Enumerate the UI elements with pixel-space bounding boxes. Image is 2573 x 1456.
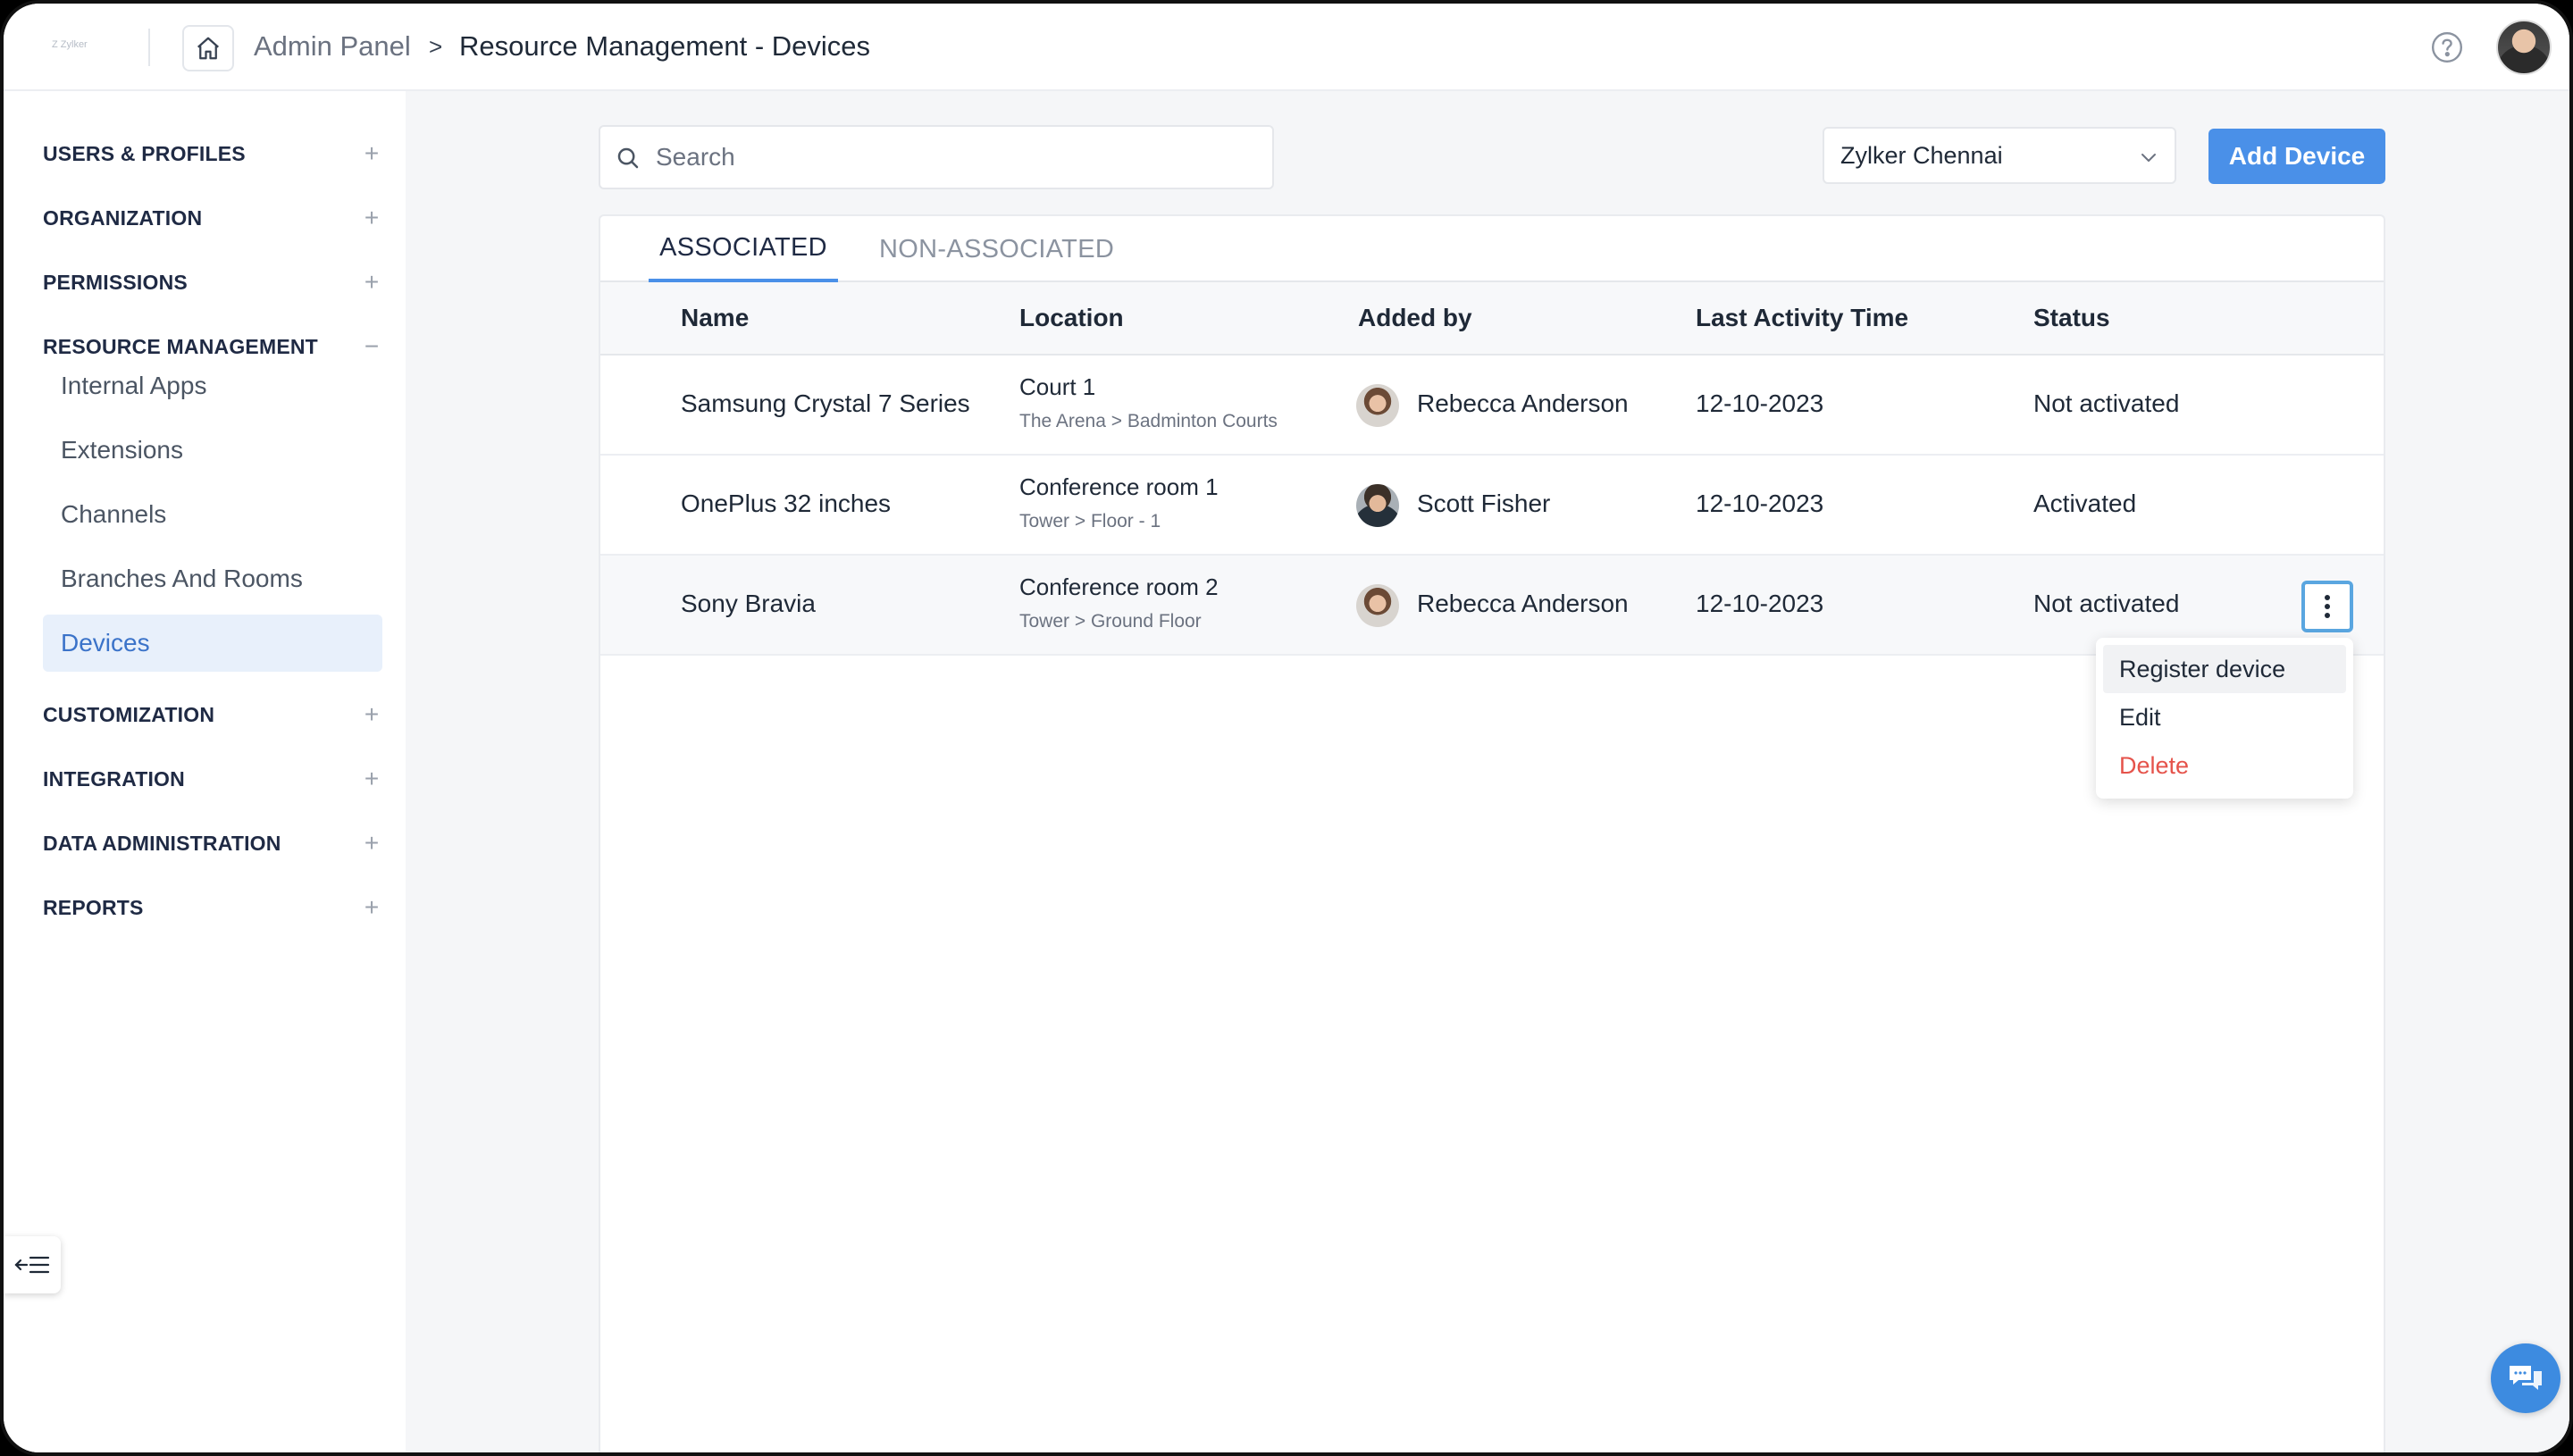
tab-associated[interactable]: ASSOCIATED [649, 216, 838, 282]
added-by: Scott Fisher [1417, 490, 1551, 517]
expand-icon[interactable]: + [361, 205, 382, 230]
row-actions-menu: Register device Edit Delete [2096, 638, 2353, 799]
location-path: The Arena > Badminton Courts [1019, 411, 1278, 431]
status-text: Not activated [2033, 389, 2180, 417]
section-label: DATA ADMINISTRATION [43, 831, 281, 855]
expand-icon[interactable]: + [361, 895, 382, 920]
sidebar-section-organization[interactable]: ORGANIZATION + [43, 200, 382, 236]
tab-bar: ASSOCIATED NON-ASSOCIATED [600, 216, 2384, 282]
sidebar-item-branches-and-rooms[interactable]: Branches And Rooms [43, 550, 382, 607]
table-header: Name Location Added by Last Activity Tim… [600, 282, 2384, 356]
more-vertical-icon [2325, 595, 2330, 618]
zylker-logo: Z Zylker [52, 39, 88, 50]
table-row[interactable]: OnePlus 32 inches Conference room 1 Towe… [600, 456, 2384, 556]
sidebar-section-users-profiles[interactable]: USERS & PROFILES + [43, 136, 382, 172]
status-text: Not activated [2033, 590, 2180, 617]
divider [148, 29, 150, 66]
top-bar: Z Zylker Admin Panel > Resource Manageme… [4, 4, 2569, 91]
column-header-location[interactable]: Location [1019, 304, 1124, 332]
collapse-menu-icon [14, 1256, 50, 1274]
device-name: OnePlus 32 inches [681, 490, 892, 517]
expand-icon[interactable]: + [361, 141, 382, 166]
status-text: Activated [2033, 490, 2137, 517]
expand-icon[interactable]: + [361, 270, 382, 295]
expand-icon[interactable]: + [361, 702, 382, 727]
search-input[interactable]: Search [599, 125, 1274, 189]
avatar [1356, 384, 1399, 427]
last-activity-time: 12-10-2023 [1696, 590, 1824, 617]
section-label: CUSTOMIZATION [43, 702, 215, 726]
sidebar-section-integration[interactable]: INTEGRATION + [43, 761, 382, 797]
location-path: Tower > Floor - 1 [1019, 511, 1161, 531]
sidebar: USERS & PROFILES + ORGANIZATION + PERMIS… [4, 91, 406, 1452]
section-label: RESOURCE MANAGEMENT [43, 334, 318, 358]
branch-select-value: Zylker Chennai [1840, 141, 2003, 169]
main-content: Search Zylker Chennai Add Device ASSOCIA… [406, 91, 2569, 1452]
add-device-button[interactable]: Add Device [2208, 129, 2385, 184]
app-window: Z Zylker Admin Panel > Resource Manageme… [0, 0, 2573, 1456]
sidebar-item-channels[interactable]: Channels [43, 486, 382, 543]
column-header-added-by[interactable]: Added by [1358, 304, 1472, 332]
section-label: ORGANIZATION [43, 205, 203, 230]
added-by: Rebecca Anderson [1417, 590, 1629, 617]
menu-item-register-device[interactable]: Register device [2103, 645, 2346, 693]
help-icon[interactable] [2430, 30, 2464, 64]
section-label: USERS & PROFILES [43, 141, 246, 165]
location-name: Conference room 1 [1019, 473, 1219, 500]
home-icon [197, 37, 219, 60]
sidebar-item-extensions[interactable]: Extensions [43, 422, 382, 479]
sidebar-section-data-administration[interactable]: DATA ADMINISTRATION + [43, 825, 382, 861]
avatar [1356, 484, 1399, 527]
expand-icon[interactable]: + [361, 766, 382, 791]
added-by: Rebecca Anderson [1417, 389, 1629, 417]
chat-button[interactable] [2491, 1343, 2560, 1413]
menu-item-delete[interactable]: Delete [2103, 741, 2346, 790]
column-header-name[interactable]: Name [681, 304, 749, 332]
column-header-last-activity[interactable]: Last Activity Time [1696, 304, 1908, 332]
section-label: PERMISSIONS [43, 270, 188, 294]
collapse-sidebar-button[interactable] [4, 1236, 61, 1293]
tab-non-associated[interactable]: NON-ASSOCIATED [879, 216, 1114, 282]
device-name: Samsung Crystal 7 Series [681, 389, 970, 417]
search-icon [617, 147, 639, 169]
expand-icon[interactable]: + [361, 831, 382, 856]
breadcrumb-root[interactable]: Admin Panel [254, 29, 411, 64]
page-title: Resource Management - Devices [459, 30, 871, 62]
column-header-status[interactable]: Status [2033, 304, 2110, 332]
sidebar-section-permissions[interactable]: PERMISSIONS + [43, 264, 382, 300]
section-label: INTEGRATION [43, 766, 185, 791]
chat-icon [2510, 1366, 2542, 1390]
search-placeholder: Search [656, 143, 735, 171]
section-label: REPORTS [43, 895, 144, 919]
location-path: Tower > Ground Floor [1019, 611, 1202, 632]
chevron-down-icon [2141, 154, 2156, 162]
row-actions-button[interactable] [2301, 581, 2353, 632]
location-name: Court 1 [1019, 373, 1096, 400]
avatar [1356, 584, 1399, 627]
devices-card: ASSOCIATED NON-ASSOCIATED Name Location … [599, 214, 2385, 1452]
collapse-icon[interactable]: − [361, 334, 382, 359]
breadcrumb-separator: > [429, 33, 443, 60]
last-activity-time: 12-10-2023 [1696, 490, 1824, 517]
sidebar-section-customization[interactable]: CUSTOMIZATION + [43, 697, 382, 732]
table-row[interactable]: Samsung Crystal 7 Series Court 1 The Are… [600, 356, 2384, 456]
device-name: Sony Bravia [681, 590, 816, 617]
branch-select[interactable]: Zylker Chennai [1823, 127, 2176, 184]
sidebar-section-reports[interactable]: REPORTS + [43, 890, 382, 925]
sidebar-item-devices[interactable]: Devices [43, 615, 382, 672]
last-activity-time: 12-10-2023 [1696, 389, 1824, 417]
location-name: Conference room 2 [1019, 573, 1219, 600]
user-avatar[interactable] [2496, 20, 2552, 75]
menu-item-edit[interactable]: Edit [2103, 693, 2346, 741]
sidebar-item-internal-apps[interactable]: Internal Apps [43, 357, 382, 414]
home-button[interactable] [182, 25, 234, 71]
